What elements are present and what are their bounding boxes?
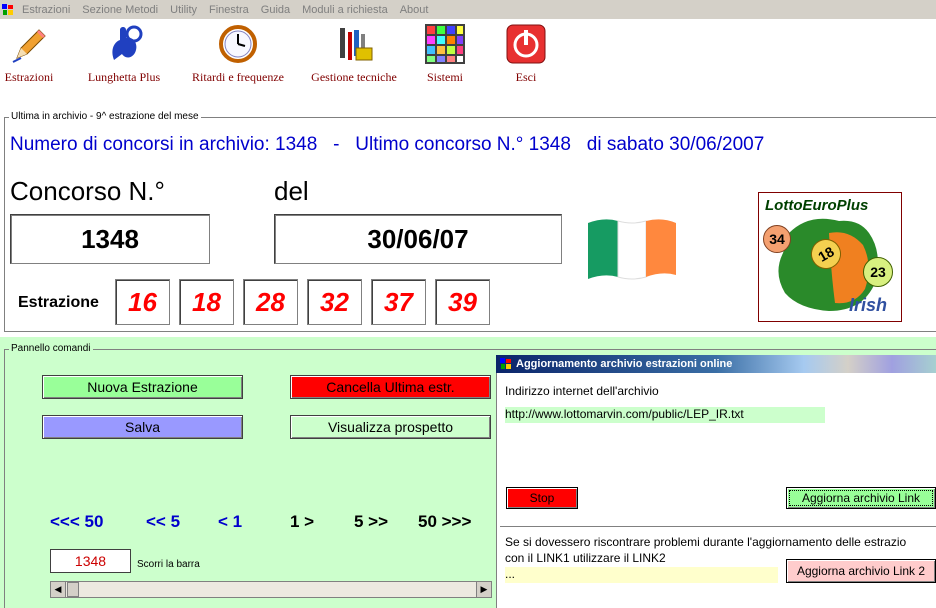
nuova-estrazione-button[interactable]: Nuova Estrazione xyxy=(42,375,243,399)
archive-summary: Numero di concorsi in archivio: 1348 - U… xyxy=(10,134,765,155)
del-label: del xyxy=(274,176,309,206)
toolbar-estrazioni-button[interactable]: Estrazioni xyxy=(0,24,58,85)
power-icon xyxy=(506,24,546,64)
clock-icon xyxy=(218,24,258,64)
logo-title: LottoEuroPlus xyxy=(765,197,869,214)
url-field[interactable]: http://www.lottomarvin.com/public/LEP_IR… xyxy=(505,407,825,423)
nav-forward-1[interactable]: 1 > xyxy=(290,512,314,532)
drawn-number-4[interactable]: 32 xyxy=(307,279,362,325)
toolbar-esci-label: Esci xyxy=(515,70,537,84)
nav-back-50[interactable]: <<< 50 xyxy=(50,512,103,532)
concorso-date-field[interactable]: 30/06/07 xyxy=(274,214,562,264)
toolbar-ritardi-label: Ritardi e frequenze xyxy=(192,70,284,84)
toolbar-lunghetta-button[interactable]: Lunghetta Plus xyxy=(78,24,170,85)
visualizza-prospetto-button[interactable]: Visualizza prospetto xyxy=(290,415,491,439)
toolbar-gestione-label: Gestione tecniche xyxy=(311,70,397,84)
toolbar-sistemi-label: Sistemi xyxy=(426,70,463,84)
aggiorna-link-button[interactable]: Aggiorna archivio Link xyxy=(786,487,936,509)
app-icon xyxy=(2,3,14,16)
toolbar-sistemi-button[interactable]: Sistemi xyxy=(418,24,472,85)
concorso-scrollbar[interactable]: ◀ ▶ xyxy=(50,581,492,598)
link2-field[interactable]: ... xyxy=(505,567,778,583)
toolbar-ritardi-button[interactable]: Ritardi e frequenze xyxy=(182,24,294,85)
online-update-titlebar[interactable]: Aggiornamento archivio estrazioni online xyxy=(496,355,936,373)
drawn-number-5[interactable]: 37 xyxy=(371,279,426,325)
menu-sezione-metodi[interactable]: Sezione Metodi xyxy=(76,4,164,16)
archive-frame-title: Ultima in archivio - 9^ estrazione del m… xyxy=(9,111,201,122)
ireland-flag-icon xyxy=(584,215,679,287)
scroll-left-arrow-icon[interactable]: ◀ xyxy=(51,582,66,597)
menu-bar: Estrazioni Sezione Metodi Utility Finest… xyxy=(0,0,936,19)
cancella-ultima-button[interactable]: Cancella Ultima estr. xyxy=(290,375,491,399)
command-panel-title: Pannello comandi xyxy=(9,343,93,354)
toolbar-lunghetta-label: Lunghetta Plus xyxy=(87,70,161,84)
lottoeuroplus-logo: LottoEuroPlus 34 18 23 Irish xyxy=(758,192,902,322)
aggiorna-link2-button[interactable]: Aggiorna archivio Link 2 xyxy=(786,559,936,583)
menu-utility[interactable]: Utility xyxy=(164,4,203,16)
menu-moduli[interactable]: Moduli a richiesta xyxy=(296,4,394,16)
scroll-right-arrow-icon[interactable]: ▶ xyxy=(476,582,491,597)
drawn-number-6[interactable]: 39 xyxy=(435,279,490,325)
estrazione-label: Estrazione xyxy=(18,294,99,311)
logo-subtitle: Irish xyxy=(849,295,888,315)
scroll-label: Scorri la barra xyxy=(137,559,200,570)
stop-button[interactable]: Stop xyxy=(506,487,578,509)
nav-back-1[interactable]: < 1 xyxy=(218,512,242,532)
concorso-number-field[interactable]: 1348 xyxy=(10,214,210,264)
grid-icon xyxy=(425,24,465,64)
menu-estrazioni[interactable]: Estrazioni xyxy=(16,4,76,16)
url-label: Indirizzo internet dell'archivio xyxy=(505,384,659,398)
menu-finestra[interactable]: Finestra xyxy=(203,4,255,16)
logo-ball-3: 23 xyxy=(863,257,893,287)
drawn-number-3[interactable]: 28 xyxy=(243,279,298,325)
nav-forward-5[interactable]: 5 >> xyxy=(354,512,388,532)
info-text-2: con il LINK1 utilizzare il LINK2 xyxy=(505,551,666,565)
info-text: Se si dovessero riscontrare problemi dur… xyxy=(505,535,907,549)
concorso-label: Concorso N.° xyxy=(10,176,165,206)
toolbar-estrazioni-label: Estrazioni xyxy=(4,70,54,84)
lottery-hand-icon xyxy=(104,24,144,64)
toolbar-gestione-button[interactable]: Gestione tecniche xyxy=(301,24,407,85)
menu-about[interactable]: About xyxy=(394,4,435,16)
pencil-icon xyxy=(9,24,49,64)
window-icon xyxy=(500,358,512,370)
toolbar-esci-button[interactable]: Esci xyxy=(500,24,552,85)
scroll-value-field[interactable]: 1348 xyxy=(50,549,131,573)
drawn-number-1[interactable]: 16 xyxy=(115,279,170,325)
drawn-number-2[interactable]: 18 xyxy=(179,279,234,325)
scroll-thumb[interactable] xyxy=(67,582,79,597)
logo-ball-1: 34 xyxy=(763,225,791,253)
separator xyxy=(500,526,936,527)
nav-back-5[interactable]: << 5 xyxy=(146,512,180,532)
online-update-title: Aggiornamento archivio estrazioni online xyxy=(516,358,733,370)
tools-icon xyxy=(334,24,374,64)
menu-guida[interactable]: Guida xyxy=(255,4,296,16)
salva-button[interactable]: Salva xyxy=(42,415,243,439)
nav-forward-50[interactable]: 50 >>> xyxy=(418,512,471,532)
